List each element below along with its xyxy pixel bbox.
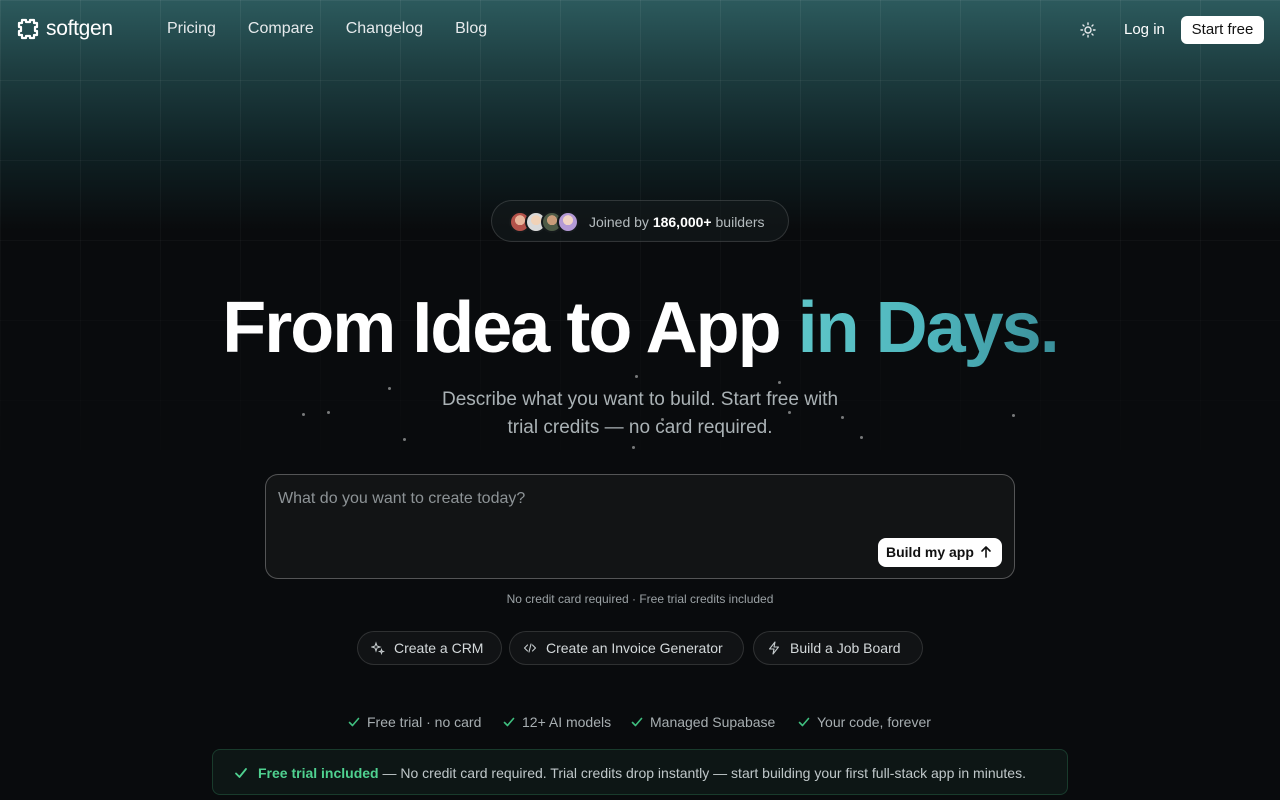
build-my-app-button[interactable]: Build my app xyxy=(878,538,1002,567)
hero-subtitle: Describe what you want to build. Start f… xyxy=(441,389,839,438)
top-navigation: softgen Pricing Compare Changelog Blog L… xyxy=(0,0,1280,60)
logo[interactable]: softgen xyxy=(16,17,113,41)
check-icon xyxy=(631,717,643,727)
prompt-note: No credit card required · Free trial cre… xyxy=(506,592,774,606)
headline-main: From Idea to App xyxy=(222,288,781,368)
theme-toggle-button[interactable] xyxy=(1078,20,1098,40)
build-button-label: Build my app xyxy=(886,544,974,560)
login-link[interactable]: Log in xyxy=(1124,21,1165,39)
headline-accent: in Days. xyxy=(797,288,1060,368)
sparkle-icon xyxy=(371,641,385,655)
decorative-dot xyxy=(778,381,781,384)
brand-name: softgen xyxy=(46,17,113,40)
suggestion-chip-crm[interactable]: Create a CRM xyxy=(357,631,502,665)
check-icon xyxy=(348,717,360,727)
social-proof-text: Joined by 186,000+ builders xyxy=(589,214,765,230)
arrow-up-icon xyxy=(981,546,991,558)
banner-detail: — No credit card required. Trial credits… xyxy=(378,765,1026,781)
suggestion-label: Create a CRM xyxy=(394,640,484,656)
banner-strong: Free trial included xyxy=(258,765,379,781)
start-free-button[interactable]: Start free xyxy=(1181,16,1264,44)
free-trial-banner: Free trial included — No credit card req… xyxy=(212,749,1068,795)
suggestion-label: Create an Invoice Generator xyxy=(546,640,723,656)
decorative-dot xyxy=(860,436,863,439)
banner-text: Free trial included — No credit card req… xyxy=(258,765,1026,781)
decorative-dot xyxy=(302,413,305,416)
check-icon xyxy=(503,717,515,727)
softgen-logo-icon xyxy=(17,18,39,40)
decorative-dot xyxy=(635,375,638,378)
prompt-input[interactable] xyxy=(278,487,998,511)
decorative-dot xyxy=(403,438,406,441)
avatar xyxy=(557,211,579,233)
decorative-dot xyxy=(327,411,330,414)
nav-link-blog[interactable]: Blog xyxy=(455,19,487,39)
builder-count: 186,000+ xyxy=(652,214,712,230)
prompt-box: Build my app xyxy=(265,474,1015,579)
avatar-stack xyxy=(509,211,581,233)
social-proof-badge: Joined by 186,000+ builders xyxy=(491,200,789,242)
feature-label: Free trial · no card xyxy=(367,714,482,730)
nav-link-compare[interactable]: Compare xyxy=(248,19,314,39)
nav-link-pricing[interactable]: Pricing xyxy=(167,19,216,39)
decorative-dot xyxy=(841,416,844,419)
decorative-dot xyxy=(1012,414,1015,417)
check-icon xyxy=(798,717,810,727)
code-icon xyxy=(523,643,537,653)
nav-links: Pricing Compare Changelog Blog xyxy=(167,19,487,39)
sun-icon xyxy=(1080,22,1096,38)
nav-link-changelog[interactable]: Changelog xyxy=(346,19,423,39)
social-proof-prefix: Joined by xyxy=(589,214,649,230)
feature-label: 12+ AI models xyxy=(522,714,612,730)
social-proof-suffix: builders xyxy=(715,214,765,230)
feature-label: Managed Supabase xyxy=(650,714,776,730)
check-icon xyxy=(235,768,247,778)
suggestion-chip-invoice-generator[interactable]: Create an Invoice Generator xyxy=(509,631,744,665)
lightning-icon xyxy=(768,641,780,655)
feature-label: Your code, forever xyxy=(817,714,931,730)
decorative-dot xyxy=(632,446,635,449)
decorative-dot xyxy=(388,387,391,390)
suggestion-label: Build a Job Board xyxy=(790,640,901,656)
hero-headline: From Idea to App in Days. xyxy=(0,286,1280,370)
suggestion-chip-job-board[interactable]: Build a Job Board xyxy=(753,631,923,665)
